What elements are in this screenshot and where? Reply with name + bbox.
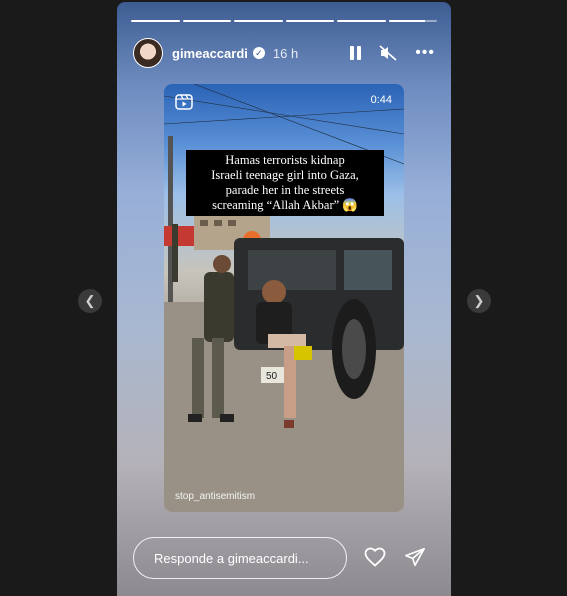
progress-segment (285, 20, 334, 22)
story-video[interactable]: 50 0:44 Hamas terrorists kidnap Israeli … (164, 84, 404, 512)
send-icon[interactable] (404, 546, 426, 568)
username[interactable]: gimeaccardi (172, 46, 248, 61)
chevron-right-icon: ❯ (473, 293, 485, 308)
progress-segment (234, 20, 283, 22)
caption-line: Hamas terrorists kidnap (225, 153, 345, 167)
avatar[interactable] (133, 38, 163, 68)
mute-icon[interactable] (379, 45, 397, 61)
more-icon[interactable]: ••• (415, 45, 435, 61)
plate-text: 50 (266, 371, 278, 382)
progress-segment (182, 20, 231, 22)
video-watermark: stop_antisemitism (175, 491, 256, 502)
reel-icon (175, 94, 193, 110)
caption-line: parade her in the streets (225, 183, 345, 197)
chevron-left-icon: ❮ (84, 293, 96, 308)
video-frame: 50 (164, 84, 404, 512)
heart-icon[interactable] (363, 545, 387, 569)
story-viewer: gimeaccardi ✓ 16 h ••• 50 0:44 Hamas ter… (117, 2, 451, 596)
reply-box[interactable] (133, 537, 347, 579)
story-time: 16 h (272, 45, 299, 61)
caption-line: Israeli teenage girl into Gaza, (211, 168, 359, 182)
video-duration: 0:44 (370, 94, 392, 106)
next-story-button[interactable]: ❯ (467, 289, 491, 313)
progress-segment (337, 20, 386, 22)
verified-badge-icon: ✓ (252, 47, 265, 59)
pause-icon[interactable] (350, 46, 362, 60)
story-header: gimeaccardi ✓ 16 h ••• (133, 36, 435, 70)
caption-line: screaming “Allah Akbar” 😱 (212, 198, 358, 212)
reply-input[interactable] (134, 538, 346, 578)
progress-segment (388, 20, 437, 22)
progress-segment (131, 20, 180, 22)
story-progress-bar (131, 20, 437, 22)
previous-story-button[interactable]: ❮ (78, 289, 102, 313)
video-caption: Hamas terrorists kidnap Israeli teenage … (186, 150, 384, 216)
